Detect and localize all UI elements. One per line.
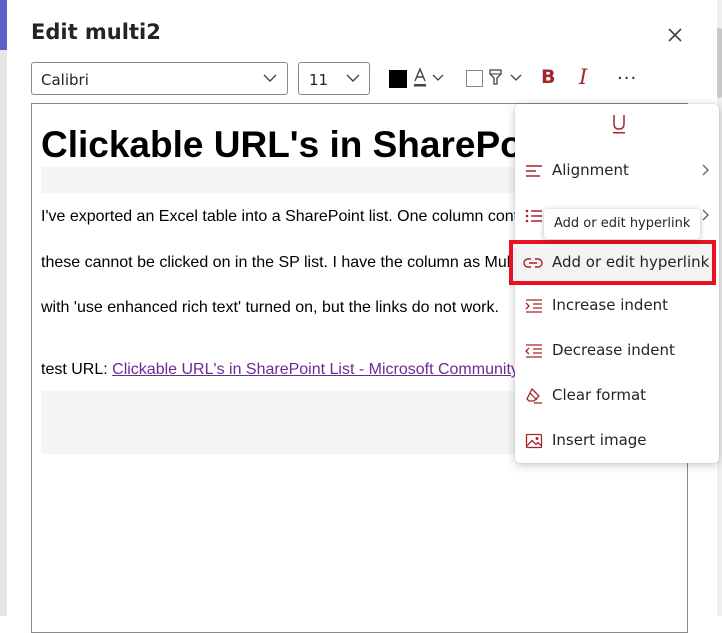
- font-size-select[interactable]: 11: [298, 62, 370, 95]
- close-button[interactable]: [664, 24, 686, 46]
- menu-item-label: Add or edit hyperlink: [552, 253, 710, 271]
- chevron-down-icon: [346, 74, 360, 82]
- link-icon: [523, 258, 543, 268]
- font-color-icon: [414, 67, 444, 87]
- align-left-icon: [526, 165, 542, 177]
- increase-indent-icon: [525, 299, 542, 313]
- menu-item-label: Alignment: [552, 161, 629, 179]
- menu-item-clear-format[interactable]: Clear format: [515, 376, 719, 416]
- font-color-swatch[interactable]: [389, 70, 407, 88]
- window-accent-strip: [0, 0, 7, 50]
- menu-item-decrease-indent[interactable]: Decrease indent: [515, 331, 719, 371]
- underline-icon: [613, 115, 625, 134]
- test-url-line: test URL: Clickable URL's in SharePoint …: [41, 361, 519, 379]
- menu-item-label: Insert image: [552, 431, 647, 449]
- highlighter-icon: [489, 69, 522, 85]
- bold-button[interactable]: B: [541, 66, 555, 88]
- font-size-value: 11: [309, 71, 329, 89]
- test-url-link[interactable]: Clickable URL's in SharePoint List - Mic…: [112, 361, 519, 378]
- chevron-right-icon: [702, 164, 709, 176]
- menu-item-increase-indent[interactable]: Increase indent: [515, 286, 719, 326]
- menu-item-label: Clear format: [552, 386, 647, 404]
- underline-button[interactable]: [609, 112, 629, 136]
- close-icon: [668, 28, 682, 42]
- menu-item-add-edit-hyperlink[interactable]: Add or edit hyperlink: [509, 240, 716, 285]
- font-family-select[interactable]: Calibri: [31, 62, 288, 95]
- menu-item-alignment[interactable]: Alignment: [515, 151, 719, 191]
- bullet-list-icon: [525, 209, 542, 223]
- image-icon: [525, 433, 543, 449]
- decrease-indent-icon: [525, 344, 542, 358]
- chevron-right-icon: [702, 209, 709, 221]
- highlight-color-button[interactable]: [487, 66, 523, 92]
- dialog-title: Edit multi2: [31, 20, 161, 44]
- font-color-button[interactable]: [411, 66, 447, 92]
- menu-item-label: Increase indent: [552, 296, 669, 314]
- menu-item-insert-image[interactable]: Insert image: [515, 421, 719, 461]
- hyperlink-tooltip: Add or edit hyperlink: [544, 209, 701, 239]
- menu-item-label: Decrease indent: [552, 341, 675, 359]
- scrollbar-thumb[interactable]: [717, 28, 722, 98]
- highlight-color-swatch[interactable]: [466, 70, 483, 87]
- clear-format-icon: [526, 387, 542, 404]
- more-options-button[interactable]: ···: [617, 68, 637, 89]
- chevron-down-icon: [263, 74, 277, 82]
- paragraph-3: with 'use enhanced rich text' turned on,…: [41, 299, 499, 316]
- italic-button[interactable]: I: [579, 65, 587, 89]
- background-edge: [0, 50, 7, 616]
- test-url-label: test URL:: [41, 361, 113, 378]
- font-family-value: Calibri: [41, 71, 89, 89]
